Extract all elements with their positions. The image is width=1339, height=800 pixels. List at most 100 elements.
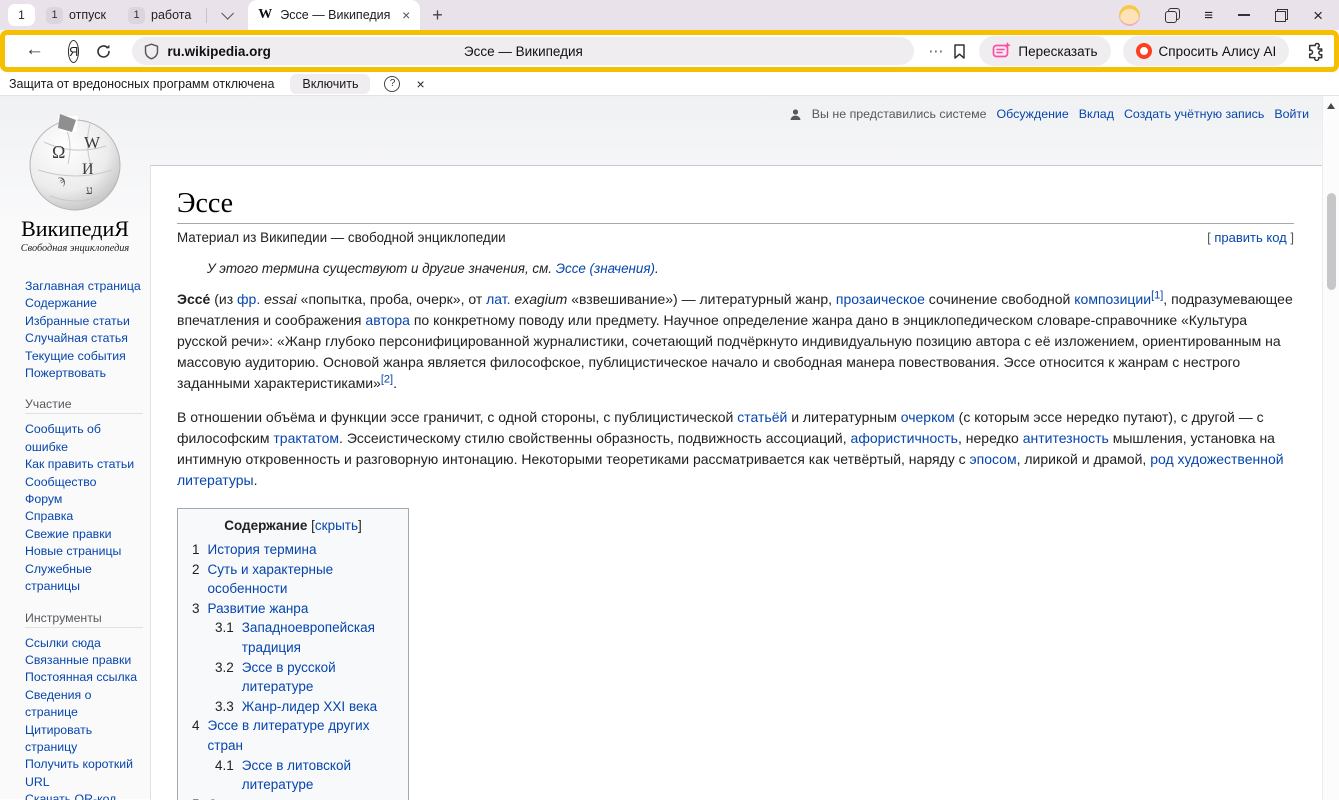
tab-group-label: отпуск <box>69 8 106 22</box>
sidebar-link[interactable]: Служебные страницы <box>25 561 143 596</box>
scroll-up-icon[interactable] <box>1327 103 1335 109</box>
close-notification-icon[interactable]: × <box>416 76 424 92</box>
bookmark-icon[interactable] <box>952 43 967 60</box>
extensions-puzzle-icon[interactable] <box>1305 42 1324 61</box>
toc-link[interactable]: Эссе в литовской литературе <box>242 756 408 795</box>
bracket: ] <box>1290 230 1294 245</box>
toc-hide-link[interactable]: скрыть <box>315 518 358 533</box>
sidebar-link[interactable]: Содержание <box>25 295 143 312</box>
sidebar-link[interactable]: Сообщество <box>25 474 143 491</box>
back-button[interactable]: ← <box>25 39 44 61</box>
tab-groups: 1 отпуск 1 работа <box>35 7 202 24</box>
paragraph-1: Эссе́ (из фр. essai «попытка, проба, оче… <box>177 289 1294 394</box>
sidebar-link[interactable]: Избранные статьи <box>25 313 143 330</box>
svg-text:ϡ: ϡ <box>58 172 65 187</box>
tab-group[interactable]: 1 отпуск <box>35 7 117 24</box>
user-icon <box>789 108 802 121</box>
toc-title: Содержание <box>224 518 307 533</box>
toc-link[interactable]: Жанр-лидер XXI века <box>242 697 377 717</box>
yandex-home-icon[interactable]: Я <box>68 40 79 63</box>
toc-link[interactable]: История термина <box>208 540 317 560</box>
profile-avatar[interactable] <box>1119 5 1140 26</box>
hatnote: У этого термина существуют и другие знач… <box>207 261 1294 276</box>
restore-window-button[interactable] <box>1275 9 1288 22</box>
more-actions-icon[interactable]: ⋯ <box>928 42 944 60</box>
personal-link[interactable]: Войти <box>1274 107 1309 121</box>
toc-link[interactable]: Эссе в литературе других стран <box>208 716 408 755</box>
sidebar-link[interactable]: Скачать QR-код <box>25 791 143 800</box>
svg-text:И: И <box>82 161 94 178</box>
sidebar-nav-main: Заглавная страницаСодержаниеИзбранные ст… <box>25 278 150 382</box>
scrollbar-thumb[interactable] <box>1327 193 1336 290</box>
svg-text:W: W <box>84 133 101 152</box>
sidebar-link[interactable]: Ссылки сюда <box>25 635 143 652</box>
help-icon[interactable]: ? <box>384 76 400 92</box>
toc-item: 3.3 Жанр-лидер XXI века <box>178 697 408 717</box>
ask-alice-button[interactable]: Спросить Алису AI <box>1123 36 1290 66</box>
side-panels-icon[interactable] <box>1165 8 1179 22</box>
chevron-down-icon[interactable] <box>222 7 235 20</box>
login-status-text: Вы не представились системе <box>812 107 987 121</box>
toc-item: 3 Развитие жанра <box>178 599 408 619</box>
sidebar-link[interactable]: Пожертвовать <box>25 365 143 382</box>
sidebar-link[interactable]: Заглавная страница <box>25 278 143 295</box>
bracket: ] <box>358 518 362 533</box>
tab-title: Эссе — Википедия <box>280 8 394 22</box>
shield-icon <box>144 43 159 60</box>
sidebar-link[interactable]: Связанные правки <box>25 652 143 669</box>
toc-link[interactable]: Эссе в русской литературе <box>242 658 408 697</box>
toc-number: 3.1 <box>215 618 234 657</box>
summarize-button[interactable]: Пересказать <box>979 36 1110 66</box>
sidebar-link[interactable]: Случайная статья <box>25 330 143 347</box>
tab-group[interactable]: 1 работа <box>117 7 202 24</box>
sidebar-link[interactable]: Получить короткий URL <box>25 756 143 791</box>
url-text: ru.wikipedia.org <box>167 44 271 59</box>
sidebar-link[interactable]: Текущие события <box>25 348 143 365</box>
toc-number: 3.2 <box>215 658 234 697</box>
edit-code-link[interactable]: править код <box>1214 230 1286 245</box>
toc-link[interactable]: Западноевропейская традиция <box>242 618 408 657</box>
enable-protection-button[interactable]: Включить <box>290 74 370 94</box>
sidebar-link[interactable]: Свежие правки <box>25 526 143 543</box>
close-tab-icon[interactable]: × <box>402 7 410 23</box>
sidebar-link[interactable]: Форум <box>25 491 143 508</box>
wikipedia-globe-logo[interactable]: W Ω И ϡ ע <box>24 112 126 212</box>
personal-link[interactable]: Создать учётную запись <box>1124 107 1264 121</box>
sidebar-link[interactable]: Постоянная ссылка <box>25 669 143 686</box>
personal-link[interactable]: Вклад <box>1079 107 1114 121</box>
refresh-icon[interactable] <box>95 43 112 60</box>
sidebar-link[interactable]: Справка <box>25 508 143 525</box>
toc-item: 3.1 Западноевропейская традиция <box>178 618 408 657</box>
url-bar[interactable]: ru.wikipedia.org Эссе — Википедия <box>132 37 914 65</box>
svg-text:Ω: Ω <box>52 142 65 162</box>
sidebar-link[interactable]: Сообщить об ошибке <box>25 421 143 456</box>
sidebar-link[interactable]: Новые страницы <box>25 543 143 560</box>
ask-alice-label: Спросить Алису AI <box>1159 44 1277 59</box>
page-scrollbar[interactable] <box>1322 96 1339 800</box>
security-notification-bar: Защита от вредоносных программ отключена… <box>0 72 1339 96</box>
menu-icon[interactable]: ≡ <box>1204 7 1213 24</box>
window-controls: ≡ × <box>1119 5 1323 26</box>
wiki-sidebar: W Ω И ϡ ע ВикипедиЯ Свободная энциклопед… <box>0 96 150 799</box>
minimize-button[interactable] <box>1238 14 1250 16</box>
wikipedia-page: W Ω И ϡ ע ВикипедиЯ Свободная энциклопед… <box>0 96 1339 799</box>
close-window-button[interactable]: × <box>1313 7 1323 24</box>
toc-link[interactable]: Развитие жанра <box>208 599 309 619</box>
summarize-chat-icon <box>992 42 1011 61</box>
sidebar-link[interactable]: Как править статьи <box>25 456 143 473</box>
active-browser-tab[interactable]: W Эссе — Википедия × <box>248 0 420 30</box>
personal-links: Обсуждение Вклад Создать учётную запись Вой… <box>997 107 1309 121</box>
pinned-tab-group[interactable]: 1 <box>8 4 35 26</box>
address-toolbar: ← Я ru.wikipedia.org Эссе — Википедия ⋯ … <box>0 30 1339 72</box>
personal-bar: Вы не представились системе Обсуждение Вк… <box>789 107 1309 121</box>
toc-link[interactable]: См. также <box>208 795 271 800</box>
sidebar-link[interactable]: Сведения о странице <box>25 687 143 722</box>
new-tab-button[interactable]: + <box>432 5 443 26</box>
wikipedia-wordmark[interactable]: ВикипедиЯ <box>0 216 150 242</box>
personal-link[interactable]: Обсуждение <box>997 107 1069 121</box>
table-of-contents: Содержание [скрыть] 1 История термина 2 … <box>177 508 409 800</box>
toc-number: 5 <box>192 795 200 800</box>
toc-link[interactable]: Суть и характерные особенности <box>208 560 408 599</box>
sidebar-link[interactable]: Цитировать страницу <box>25 722 143 757</box>
toc-list: 1 История термина 2 Суть и характерные о… <box>178 540 408 800</box>
